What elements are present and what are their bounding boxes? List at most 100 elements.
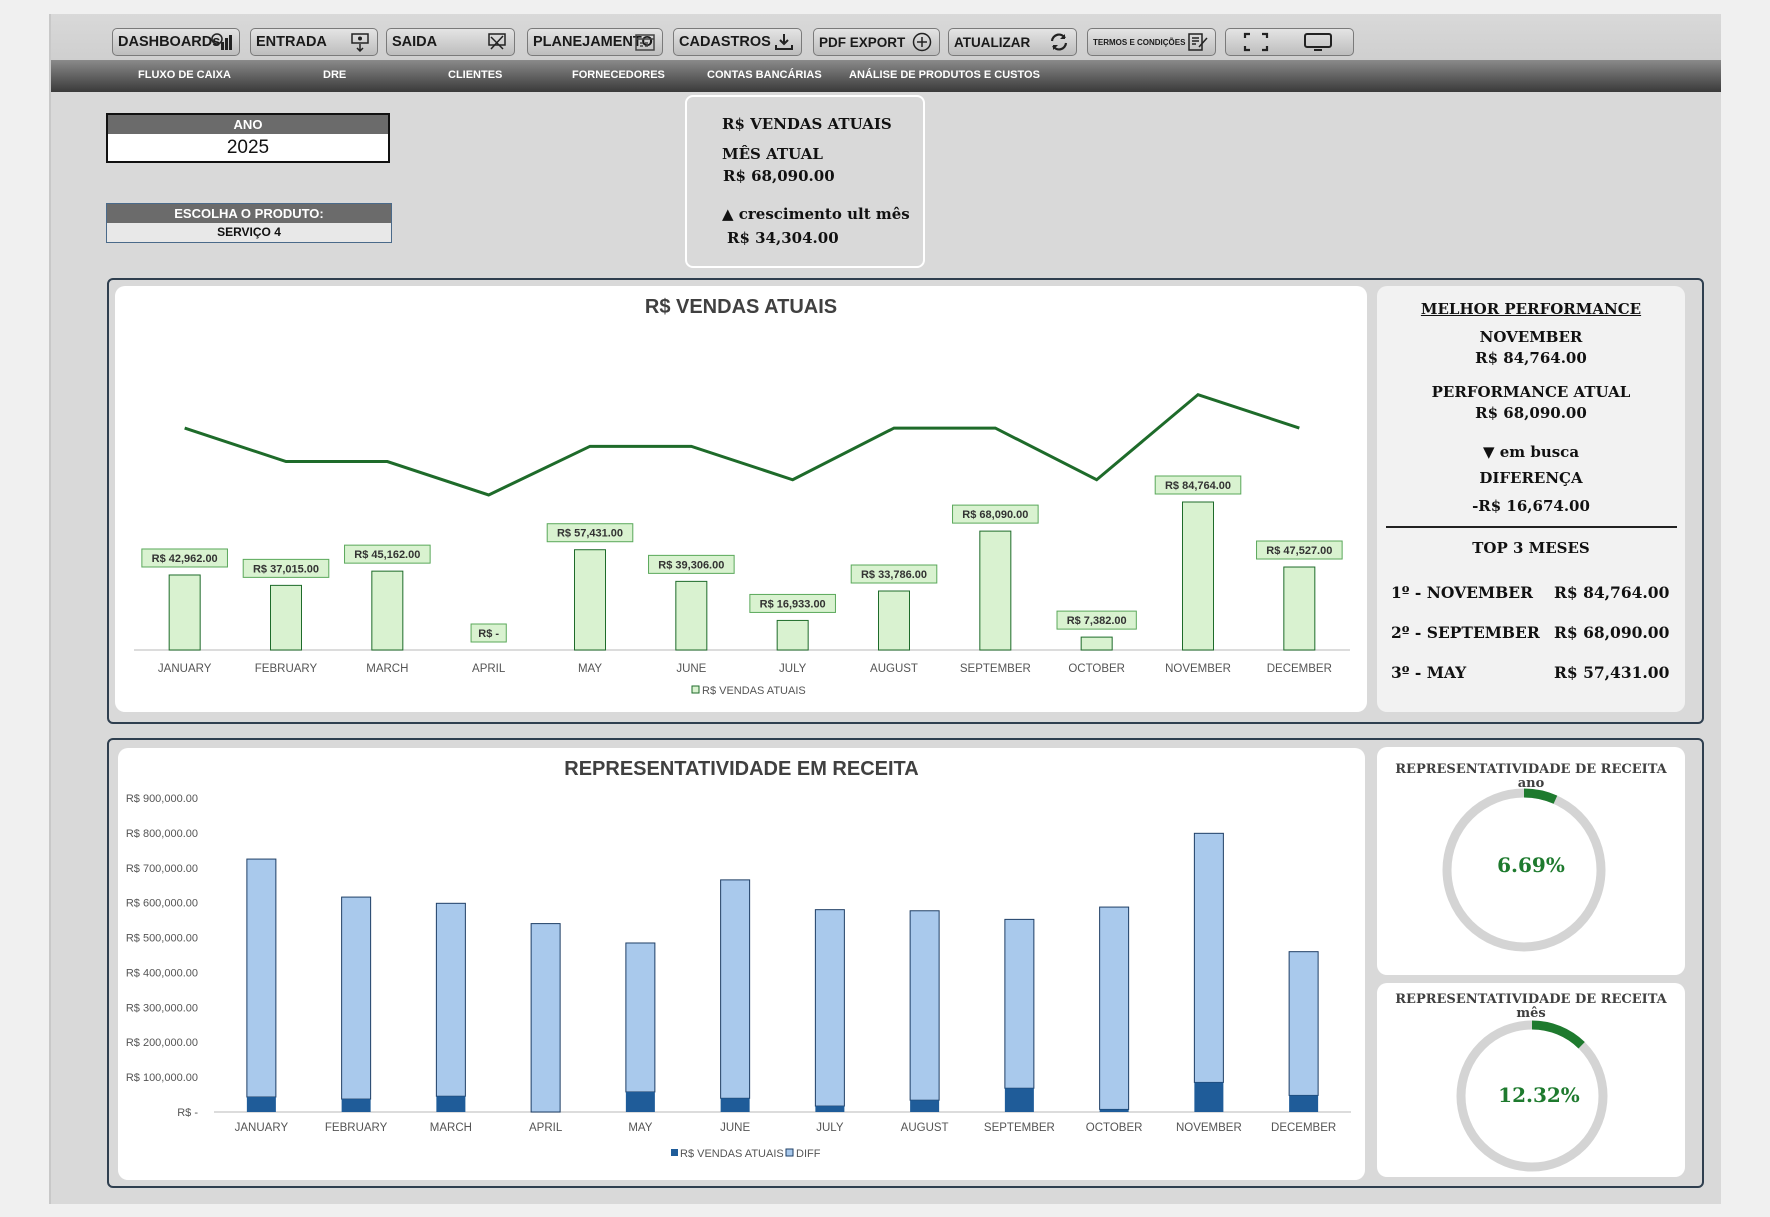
bar xyxy=(1080,636,1113,651)
nav-analise-produtos[interactable]: ANÁLISE DE PRODUTOS E CUSTOS xyxy=(849,69,1040,81)
bar xyxy=(675,580,708,651)
y-tick-label: R$ 200,000.00 xyxy=(126,1037,198,1049)
y-tick-label: R$ 800,000.00 xyxy=(126,828,198,840)
termos-button[interactable]: TERMOS E CONDIÇÕES xyxy=(1087,28,1216,56)
year-value[interactable]: 2025 xyxy=(108,134,388,161)
nav-clientes[interactable]: CLIENTES xyxy=(448,69,502,81)
data-label: R$ 47,527.00 xyxy=(1266,545,1332,557)
top3-rank-1: 1º - NOVEMBER xyxy=(1391,583,1533,602)
bar-vendas xyxy=(1194,1082,1224,1112)
data-label: R$ 7,382.00 xyxy=(1067,615,1127,627)
monitor-icon[interactable] xyxy=(1303,32,1333,52)
bar-vendas xyxy=(625,1091,655,1112)
data-label: R$ 42,962.00 xyxy=(152,553,218,565)
refresh-icon xyxy=(1050,33,1068,51)
bar-diff xyxy=(720,879,751,1099)
x-tick-label: MAY xyxy=(628,1122,652,1134)
product-value[interactable]: SERVIÇO 4 xyxy=(107,223,391,242)
nav-contas-bancarias[interactable]: CONTAS BANCÁRIAS xyxy=(707,69,822,81)
x-tick-label: JUNE xyxy=(720,1122,750,1134)
top3-value-2: R$ 68,090.00 xyxy=(1554,623,1670,642)
x-tick-label: SEPTEMBER xyxy=(984,1122,1055,1134)
donut-arc xyxy=(1531,1020,1585,1049)
x-tick-label: SEPTEMBER xyxy=(960,663,1031,675)
data-label: R$ 57,431.00 xyxy=(557,528,623,540)
x-tick-label: AUGUST xyxy=(870,663,918,675)
x-tick-label: JANUARY xyxy=(235,1122,289,1134)
plus-circle-icon xyxy=(912,32,932,52)
x-tick-label: FEBRUARY xyxy=(325,1122,388,1134)
data-label: R$ - xyxy=(478,628,499,640)
bar xyxy=(878,590,910,651)
best-month: NOVEMBER xyxy=(1479,328,1583,346)
donut-year-value: 6.69% xyxy=(1497,853,1565,877)
legend-label-diff: DIFF xyxy=(796,1148,821,1160)
bar xyxy=(1182,501,1214,651)
y-tick-label: R$ 700,000.00 xyxy=(126,863,198,875)
document-edit-icon xyxy=(1188,33,1208,51)
nav-fornecedores[interactable]: FORNECEDORES xyxy=(572,69,665,81)
bar-diff xyxy=(814,909,845,1107)
bar-diff xyxy=(341,896,372,1100)
kpi-month-label: MÊS ATUAL xyxy=(722,145,823,163)
current-label: PERFORMANCE ATUAL xyxy=(1431,383,1631,401)
x-tick-label: NOVEMBER xyxy=(1165,663,1231,675)
bar-diff xyxy=(1099,906,1130,1110)
nav-dre[interactable]: DRE xyxy=(323,69,346,81)
legend-swatch-vendas xyxy=(671,1149,678,1156)
bar-diff xyxy=(1193,832,1224,1083)
download-icon xyxy=(775,34,793,50)
trend-line xyxy=(184,392,1300,497)
bar-diff xyxy=(909,910,940,1101)
x-tick-label: APRIL xyxy=(472,663,506,675)
view-buttons xyxy=(1225,28,1354,56)
y-tick-label: R$ - xyxy=(177,1107,198,1119)
bar-diff xyxy=(1288,951,1319,1096)
data-label: R$ 39,306.00 xyxy=(658,559,724,571)
top3-value-1: R$ 84,764.00 xyxy=(1554,583,1670,602)
legend-swatch-diff xyxy=(785,1148,794,1157)
cadastros-button[interactable]: CADASTROS xyxy=(673,28,802,56)
entrada-button[interactable]: ENTRADA xyxy=(250,28,378,56)
bar xyxy=(270,584,302,651)
planejamento-button[interactable]: PLANEJAMENTO xyxy=(527,28,663,56)
x-tick-label: AUGUST xyxy=(901,1122,949,1134)
x-tick-label: OCTOBER xyxy=(1086,1122,1143,1134)
revenue-panel: REPRESENTATIVIDADE EM RECEITA R$ - R$ 100… xyxy=(107,738,1704,1188)
donut-month-value: 12.32% xyxy=(1498,1083,1580,1107)
atualizar-button[interactable]: ATUALIZAR xyxy=(948,28,1077,56)
kpi-month-value: R$ 68,090.00 xyxy=(723,167,835,185)
money-in-icon xyxy=(351,33,369,52)
fullscreen-icon[interactable] xyxy=(1243,32,1269,52)
donut-month-chart xyxy=(1456,1020,1608,1172)
product-filter[interactable]: ESCOLHA O PRODUTO: SERVIÇO 4 xyxy=(106,203,392,243)
bar-vendas xyxy=(436,1096,466,1112)
kpi-title: R$ VENDAS ATUAIS xyxy=(722,115,892,133)
best-title: MELHOR PERFORMANCE xyxy=(1420,300,1642,318)
donut-card-year: REPRESENTATIVIDADE DE RECEITA ano 6.69% xyxy=(1377,747,1685,975)
kpi-growth-value: R$ 34,304.00 xyxy=(727,229,839,247)
x-tick-label: FEBRUARY xyxy=(255,663,318,675)
dashboards-button[interactable]: DASHBOARDs xyxy=(112,28,240,56)
bar-diff xyxy=(246,858,277,1098)
saida-button[interactable]: SAIDA xyxy=(386,28,515,56)
nav-bar: FLUXO DE CAIXA DRE CLIENTES FORNECEDORES… xyxy=(49,60,1721,92)
bar xyxy=(371,570,404,651)
divider xyxy=(1386,526,1677,528)
bar xyxy=(574,549,606,651)
nav-fluxo-de-caixa[interactable]: FLUXO DE CAIXA xyxy=(138,69,231,81)
year-filter[interactable]: ANO 2025 xyxy=(106,113,390,163)
y-tick-label: R$ 400,000.00 xyxy=(126,967,198,979)
x-tick-label: OCTOBER xyxy=(1068,663,1125,675)
sales-chart: R$ 42,962.00 JANUARY R$ 37,015.00 FEBRUARY R… xyxy=(134,392,1350,697)
sales-chart-card: R$ VENDAS ATUAIS R$ 42,962.00 JANUARY R$ 3… xyxy=(115,286,1367,712)
legend-swatch xyxy=(691,685,700,694)
kpi-card: R$ VENDAS ATUAIS MÊS ATUAL R$ 68,090.00 … xyxy=(685,95,925,268)
left-border xyxy=(49,14,51,1204)
dashboard-icon xyxy=(211,33,232,50)
top3-value-3: R$ 57,431.00 xyxy=(1554,663,1670,682)
sales-panel: R$ VENDAS ATUAIS R$ 42,962.00 JANUARY R$ 3… xyxy=(107,278,1704,724)
y-tick-label: R$ 300,000.00 xyxy=(126,1002,198,1014)
data-label: R$ 33,786.00 xyxy=(861,569,927,581)
pdf-export-button[interactable]: PDF EXPORT xyxy=(813,28,940,56)
